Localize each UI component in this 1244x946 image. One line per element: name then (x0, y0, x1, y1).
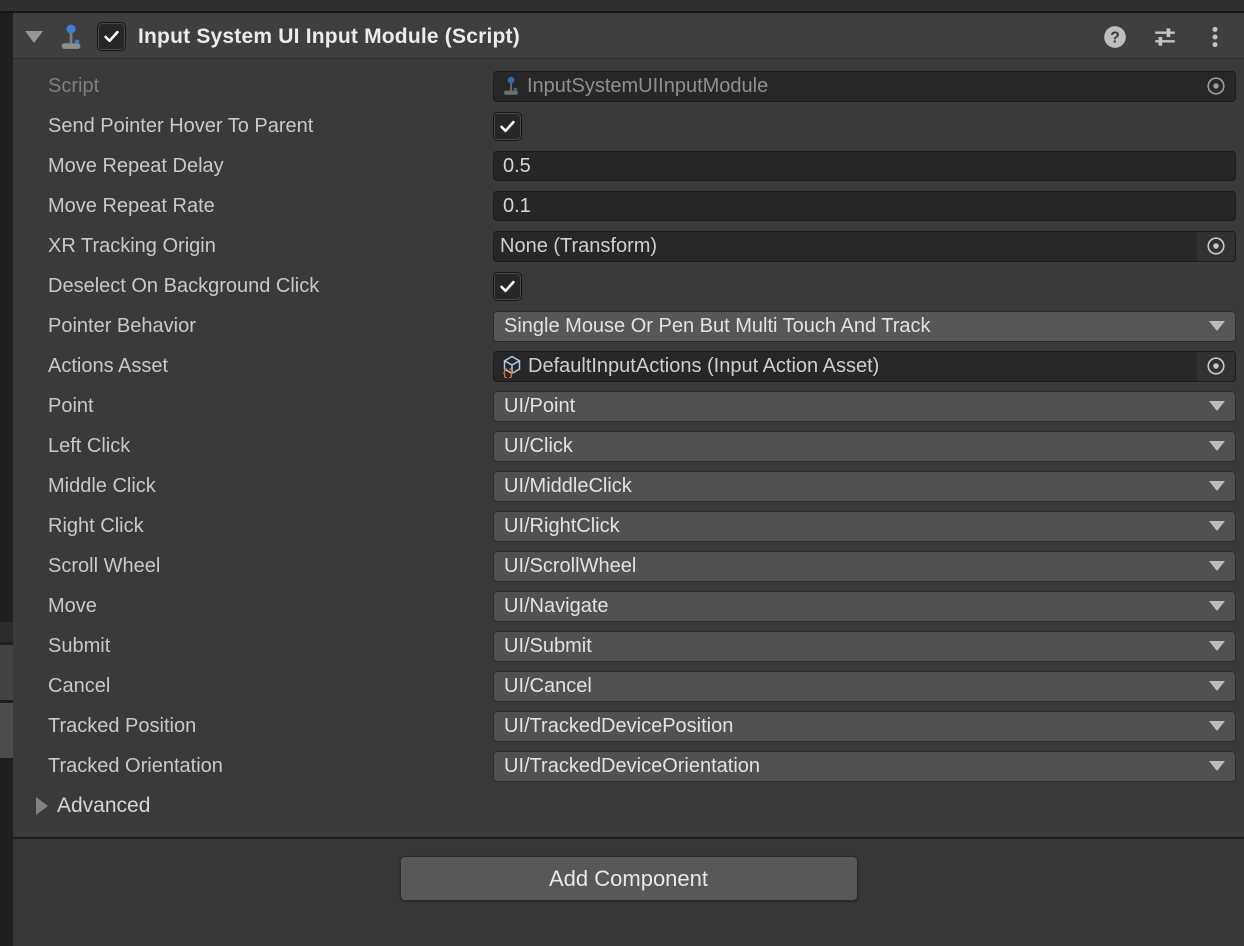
property-label: Actions Asset (48, 355, 493, 378)
property-row-left-click: Left Click UI/Click (13, 426, 1244, 466)
property-row-move-repeat-rate: Move Repeat Rate (13, 186, 1244, 226)
property-label: Pointer Behavior (48, 315, 493, 338)
tracked-orientation-action-dropdown[interactable]: UI/TrackedDeviceOrientation (493, 751, 1236, 782)
property-row-send-pointer-hover-to-parent: Send Pointer Hover To Parent (13, 106, 1244, 146)
script-object-value: InputSystemUIInputModule (527, 75, 768, 98)
left-panel-edge (0, 13, 13, 946)
unity-inspector-panel: Input System UI Input Module (Script) ? (0, 0, 1244, 946)
add-component-button[interactable]: Add Component (400, 856, 858, 901)
dropdown-arrow-icon (1209, 481, 1225, 491)
property-row-move: Move UI/Navigate (13, 586, 1244, 626)
property-label: Move Repeat Rate (48, 195, 493, 218)
script-joystick-icon (500, 75, 522, 97)
property-label: Left Click (48, 435, 493, 458)
component-enabled-checkbox[interactable] (97, 22, 126, 51)
property-label: Middle Click (48, 475, 493, 498)
dropdown-arrow-icon (1209, 761, 1225, 771)
inspector-top-edge (0, 0, 1244, 13)
property-row-right-click: Right Click UI/RightClick (13, 506, 1244, 546)
right-click-action-dropdown[interactable]: UI/RightClick (493, 511, 1236, 542)
middle-click-action-dropdown[interactable]: UI/MiddleClick (493, 471, 1236, 502)
property-row-tracked-position: Tracked Position UI/TrackedDevicePositio… (13, 706, 1244, 746)
foldout-collapsed-icon[interactable] (36, 797, 48, 815)
property-row-actions-asset: Actions Asset {} DefaultInputActi (13, 346, 1244, 386)
scroll-wheel-action-dropdown[interactable]: UI/ScrollWheel (493, 551, 1236, 582)
object-picker-button[interactable] (1197, 352, 1235, 381)
presets-icon[interactable] (1152, 24, 1178, 50)
dropdown-arrow-icon (1209, 521, 1225, 531)
move-action-dropdown[interactable]: UI/Navigate (493, 591, 1236, 622)
property-label: Scroll Wheel (48, 555, 493, 578)
left-scrollbar-thumb[interactable] (0, 703, 13, 758)
inspector-footer: Add Component (13, 839, 1244, 946)
actions-asset-object-field[interactable]: {} DefaultInputActions (Input Action Ass… (493, 351, 1236, 382)
component-header[interactable]: Input System UI Input Module (Script) ? (13, 15, 1244, 59)
svg-text:{}: {} (502, 368, 514, 378)
property-row-script: Script InputS (13, 66, 1244, 106)
left-click-action-dropdown[interactable]: UI/Click (493, 431, 1236, 462)
dropdown-arrow-icon (1209, 561, 1225, 571)
property-row-submit: Submit UI/Submit (13, 626, 1244, 666)
property-label: Tracked Position (48, 715, 493, 738)
property-row-deselect-on-background-click: Deselect On Background Click (13, 266, 1244, 306)
dropdown-arrow-icon (1209, 321, 1225, 331)
dropdown-arrow-icon (1209, 641, 1225, 651)
property-row-move-repeat-delay: Move Repeat Delay (13, 146, 1244, 186)
pointer-behavior-value: Single Mouse Or Pen But Multi Touch And … (504, 315, 1201, 338)
object-picker-button[interactable] (1197, 232, 1235, 261)
property-row-xr-tracking-origin: XR Tracking Origin None (Transform) (13, 226, 1244, 266)
property-label: XR Tracking Origin (48, 235, 493, 258)
send-pointer-hover-checkbox[interactable] (493, 112, 522, 141)
property-label: Submit (48, 635, 493, 658)
dropdown-arrow-icon (1209, 441, 1225, 451)
property-label: Right Click (48, 515, 493, 538)
left-scrollbar-thumb[interactable] (0, 645, 13, 700)
property-label: Send Pointer Hover To Parent (48, 115, 493, 138)
submit-action-dropdown[interactable]: UI/Submit (493, 631, 1236, 662)
property-row-cancel: Cancel UI/Cancel (13, 666, 1244, 706)
actions-asset-value: DefaultInputActions (Input Action Asset) (528, 355, 879, 378)
foldout-expanded-icon[interactable] (25, 31, 43, 43)
component-title: Input System UI Input Module (Script) (138, 25, 1102, 49)
pointer-behavior-dropdown[interactable]: Single Mouse Or Pen But Multi Touch And … (493, 311, 1236, 342)
script-object-field: InputSystemUIInputModule (493, 71, 1236, 102)
more-menu-icon[interactable] (1202, 24, 1228, 50)
xr-tracking-origin-value: None (Transform) (500, 235, 657, 258)
property-label: Deselect On Background Click (48, 275, 493, 298)
point-action-dropdown[interactable]: UI/Point (493, 391, 1236, 422)
property-row-tracked-orientation: Tracked Orientation UI/TrackedDeviceOrie… (13, 746, 1244, 786)
property-label: Move Repeat Delay (48, 155, 493, 178)
advanced-foldout[interactable]: Advanced (13, 786, 1244, 826)
advanced-label: Advanced (57, 794, 150, 818)
property-label: Move (48, 595, 493, 618)
cancel-action-dropdown[interactable]: UI/Cancel (493, 671, 1236, 702)
move-repeat-rate-input[interactable] (493, 191, 1236, 221)
dropdown-arrow-icon (1209, 681, 1225, 691)
property-label: Tracked Orientation (48, 755, 493, 778)
property-row-point: Point UI/Point (13, 386, 1244, 426)
left-edge-segment (0, 622, 13, 642)
property-row-middle-click: Middle Click UI/MiddleClick (13, 466, 1244, 506)
property-label: Cancel (48, 675, 493, 698)
object-picker-button[interactable] (1197, 72, 1235, 101)
input-action-asset-icon: {} (500, 354, 524, 378)
dropdown-arrow-icon (1209, 601, 1225, 611)
tracked-position-action-dropdown[interactable]: UI/TrackedDevicePosition (493, 711, 1236, 742)
property-row-scroll-wheel: Scroll Wheel UI/ScrollWheel (13, 546, 1244, 586)
svg-text:?: ? (1110, 29, 1120, 46)
dropdown-arrow-icon (1209, 721, 1225, 731)
dropdown-arrow-icon (1209, 401, 1225, 411)
property-row-pointer-behavior: Pointer Behavior Single Mouse Or Pen But… (13, 306, 1244, 346)
help-icon[interactable]: ? (1102, 24, 1128, 50)
move-repeat-delay-input[interactable] (493, 151, 1236, 181)
xr-tracking-origin-object-field[interactable]: None (Transform) (493, 231, 1236, 262)
property-label: Point (48, 395, 493, 418)
property-rows: Script InputS (13, 59, 1244, 826)
property-label: Script (48, 75, 493, 98)
deselect-on-background-click-checkbox[interactable] (493, 272, 522, 301)
input-module-joystick-icon (55, 21, 87, 53)
component-inspector: Input System UI Input Module (Script) ? (13, 15, 1244, 946)
